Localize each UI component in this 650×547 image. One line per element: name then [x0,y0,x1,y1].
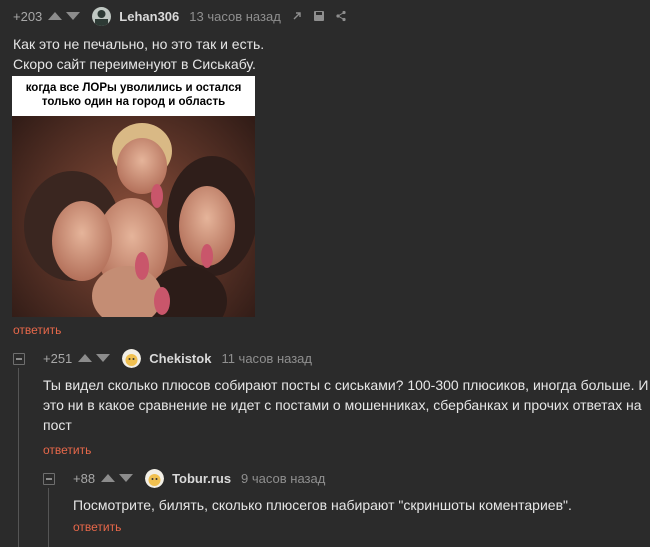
timestamp[interactable]: 9 часов назад [241,471,325,486]
collapse-toggle[interactable] [43,473,55,485]
comment-text: Как это не печально, но это так и есть. … [13,34,264,74]
comment-score: +251 [43,350,73,366]
username[interactable]: Tobur.rus [172,471,231,486]
comment-text: Посмотрите, билять, сколько плюсегов наб… [73,495,572,515]
reply-link[interactable]: ответить [73,520,121,534]
collapse-toggle[interactable] [13,353,25,365]
downvote-icon[interactable] [96,354,111,362]
username[interactable]: Lehan306 [119,9,179,24]
timestamp[interactable]: 13 часов назад [189,9,281,24]
reply-link[interactable]: ответить [43,443,91,457]
comment-score: +88 [73,470,96,486]
avatar[interactable] [145,468,165,488]
timestamp[interactable]: 11 часов назад [221,351,312,366]
comment-text-line: Посмотрите, билять, сколько плюсегов наб… [73,497,572,513]
comment-header: +88 Tobur.rus 9 часов назад [73,468,325,488]
avatar[interactable] [92,6,112,26]
username[interactable]: Chekistok [149,351,211,366]
upvote-icon[interactable] [78,354,93,362]
comment-text-line: Как это не печально, но это так и есть. [13,36,265,52]
upvote-icon[interactable] [48,12,63,20]
comment-text-line: пост [43,417,72,433]
image-caption-text: когда все ЛОРы уволились и остался тольк… [25,82,242,108]
comment-header: +251 Chekistok 11 часов назад [43,348,312,368]
comment-header: +203 Lehan306 13 часов назад [13,6,347,26]
thread-line[interactable] [18,368,19,547]
comment-text-line: Ты видел сколько плюсов собирают посты с… [43,377,649,393]
upvote-icon[interactable] [101,474,116,482]
comment-text: Ты видел сколько плюсов собирают посты с… [43,375,648,435]
share-icon[interactable] [335,10,347,22]
comment-text-line: это ни в какое сравнение не идет с поста… [43,397,642,413]
comment-score: +203 [13,8,43,24]
comment-image[interactable]: когда все ЛОРы уволились и остался тольк… [12,76,255,317]
reply-link[interactable]: ответить [13,323,61,337]
thread-line[interactable] [48,488,49,547]
downvote-icon[interactable] [119,474,134,482]
save-icon[interactable] [313,10,325,22]
avatar[interactable] [122,348,142,368]
downvote-icon[interactable] [66,12,81,20]
image-caption: когда все ЛОРы уволились и остался тольк… [12,76,255,116]
link-icon[interactable] [291,10,303,22]
comment-text-line: Скоро сайт переименуют в Сиськабу. [13,56,256,72]
